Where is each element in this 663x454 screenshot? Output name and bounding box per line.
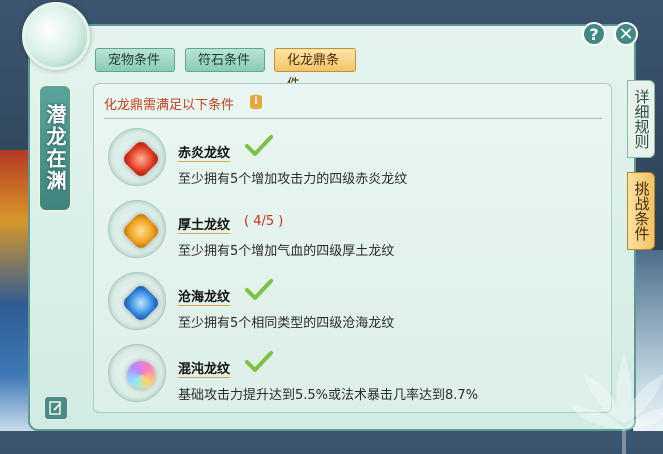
condition-name: 沧海龙纹 (178, 286, 231, 306)
check-icon (245, 279, 273, 300)
condition-description: 至少拥有5个增加气血的四级厚土龙纹 (178, 244, 395, 259)
condition-item: 赤炎龙纹 至少拥有5个增加攻击力的四级赤炎龙纹 (104, 126, 584, 188)
side-tab-challenge-conditions[interactable]: 挑战条件 (627, 172, 655, 250)
condition-progress: ( 4/5 ) (244, 214, 284, 229)
info-icon[interactable]: i (250, 95, 262, 109)
help-button[interactable]: ? (582, 22, 606, 46)
condition-item: 沧海龙纹 至少拥有5个相同类型的四级沧海龙纹 (104, 270, 584, 332)
edit-button[interactable] (44, 396, 68, 420)
rainbow-gem-icon (121, 355, 161, 395)
tab-pet-conditions[interactable]: 宠物条件 (95, 48, 175, 72)
gem-slot[interactable] (108, 344, 166, 402)
divider (104, 118, 602, 119)
condition-name: 厚土龙纹 (178, 214, 231, 234)
close-button[interactable]: ✕ (614, 22, 638, 46)
condition-description: 至少拥有5个相同类型的四级沧海龙纹 (178, 316, 395, 331)
side-tab-detailed-rules[interactable]: 详细规则 (627, 80, 655, 158)
condition-item: 厚土龙纹 ( 4/5 ) 至少拥有5个增加气血的四级厚土龙纹 (104, 198, 584, 260)
check-icon (245, 351, 273, 372)
condition-item: 混沌龙纹 基础攻击力提升达到5.5%或法术暴击几率达到8.7% (104, 342, 584, 404)
check-icon (245, 135, 273, 156)
tab-dragon-cauldron-conditions[interactable]: 化龙鼎条件 (274, 48, 356, 92)
gem-slot[interactable] (108, 272, 166, 330)
gem-slot[interactable] (108, 128, 166, 186)
orange-gem-icon (121, 211, 161, 251)
condition-description: 基础攻击力提升达到5.5%或法术暴击几率达到8.7% (178, 388, 479, 403)
decorative-orb (22, 2, 90, 70)
panel-title: 化龙鼎需满足以下条件 (104, 98, 235, 113)
window-title: 潜龙在渊 (38, 84, 72, 212)
red-gem-icon (121, 139, 161, 179)
condition-name: 混沌龙纹 (178, 358, 231, 378)
blue-gem-icon (121, 283, 161, 323)
edit-icon (49, 401, 62, 415)
condition-name: 赤炎龙纹 (178, 142, 231, 162)
tab-rune-conditions[interactable]: 符石条件 (185, 48, 265, 72)
gem-slot[interactable] (108, 200, 166, 258)
condition-description: 至少拥有5个增加攻击力的四级赤炎龙纹 (178, 172, 408, 187)
